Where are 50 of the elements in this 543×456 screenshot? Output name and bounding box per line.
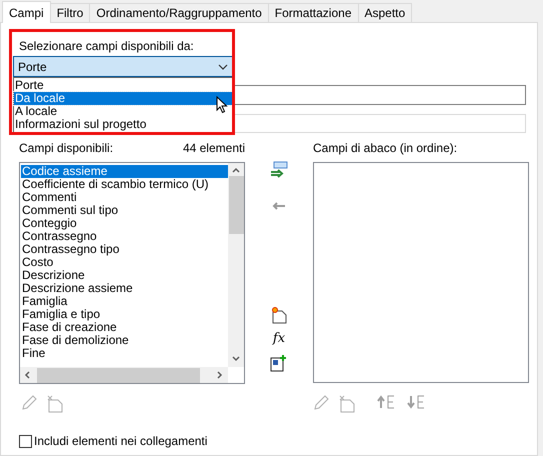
scroll-thumb[interactable] [37, 368, 200, 382]
scroll-thumb[interactable] [228, 176, 244, 234]
list-item[interactable]: Commenti sul tipo [21, 204, 228, 217]
checkbox-label: Includi elementi nei collegamenti [34, 434, 208, 448]
remove-field-icon[interactable] [272, 201, 286, 211]
source-dropdown[interactable]: Porte [13, 56, 233, 77]
list-item[interactable]: Commenti [21, 191, 228, 204]
tab[interactable]: Campi [2, 1, 51, 23]
list-item[interactable]: Descrizione assieme [21, 282, 228, 295]
cursor-icon [216, 96, 228, 114]
pencil-icon[interactable] [313, 395, 329, 411]
list-item[interactable]: Contrassegno [21, 230, 228, 243]
list-item[interactable]: Coefficiente di scambio termico (U) [21, 178, 228, 191]
tab[interactable]: Formattazione [268, 3, 358, 22]
list-item[interactable]: Contrassegno tipo [21, 243, 228, 256]
move-up-icon[interactable] [377, 395, 397, 409]
new-parameter-icon[interactable] [271, 306, 287, 324]
move-down-icon[interactable] [407, 395, 427, 409]
checkbox[interactable] [19, 434, 32, 448]
scroll-right-icon[interactable] [215, 370, 225, 380]
delete-parameter-icon[interactable] [339, 395, 355, 413]
horizontal-scrollbar[interactable] [20, 367, 228, 383]
list-label: Campi di abaco (in ordine): [313, 141, 458, 155]
list-item[interactable]: Codice assieme [21, 165, 228, 178]
scroll-down-icon[interactable] [231, 354, 241, 364]
add-field-icon[interactable] [270, 161, 288, 179]
pencil-icon[interactable] [21, 395, 37, 411]
vertical-scrollbar[interactable] [228, 163, 244, 367]
dropdown-option[interactable]: Porte [14, 79, 232, 92]
dropdown-option[interactable]: A locale [14, 105, 232, 118]
list-item[interactable]: Conteggio [21, 217, 228, 230]
tab[interactable]: Aspetto [358, 3, 412, 22]
delete-parameter-icon[interactable] [47, 395, 63, 413]
list-item[interactable]: Descrizione [21, 269, 228, 282]
formula-button[interactable]: fx [272, 332, 286, 346]
tab[interactable]: Filtro [50, 3, 90, 22]
list-item[interactable]: Fase di creazione [21, 321, 228, 334]
source-label: Selezionare campi disponibili da: [19, 39, 195, 53]
dropdown-option[interactable]: Informazioni sul progetto [14, 118, 232, 131]
list-item[interactable]: Famiglia [21, 295, 228, 308]
list-item[interactable]: Famiglia e tipo [21, 308, 228, 321]
item-count: 44 elementi [182, 141, 245, 155]
list-label: Campi disponibili: [19, 141, 114, 155]
list-item[interactable]: Costo [21, 256, 228, 269]
combine-parameters-icon[interactable] [270, 354, 288, 372]
list-item[interactable]: Fine [21, 347, 228, 360]
tab[interactable]: Ordinamento/Raggruppamento [90, 3, 269, 22]
list-item[interactable]: Fase di demolizione [21, 334, 228, 347]
dropdown-option[interactable]: Da locale [14, 92, 232, 105]
chevron-down-icon [218, 62, 228, 72]
